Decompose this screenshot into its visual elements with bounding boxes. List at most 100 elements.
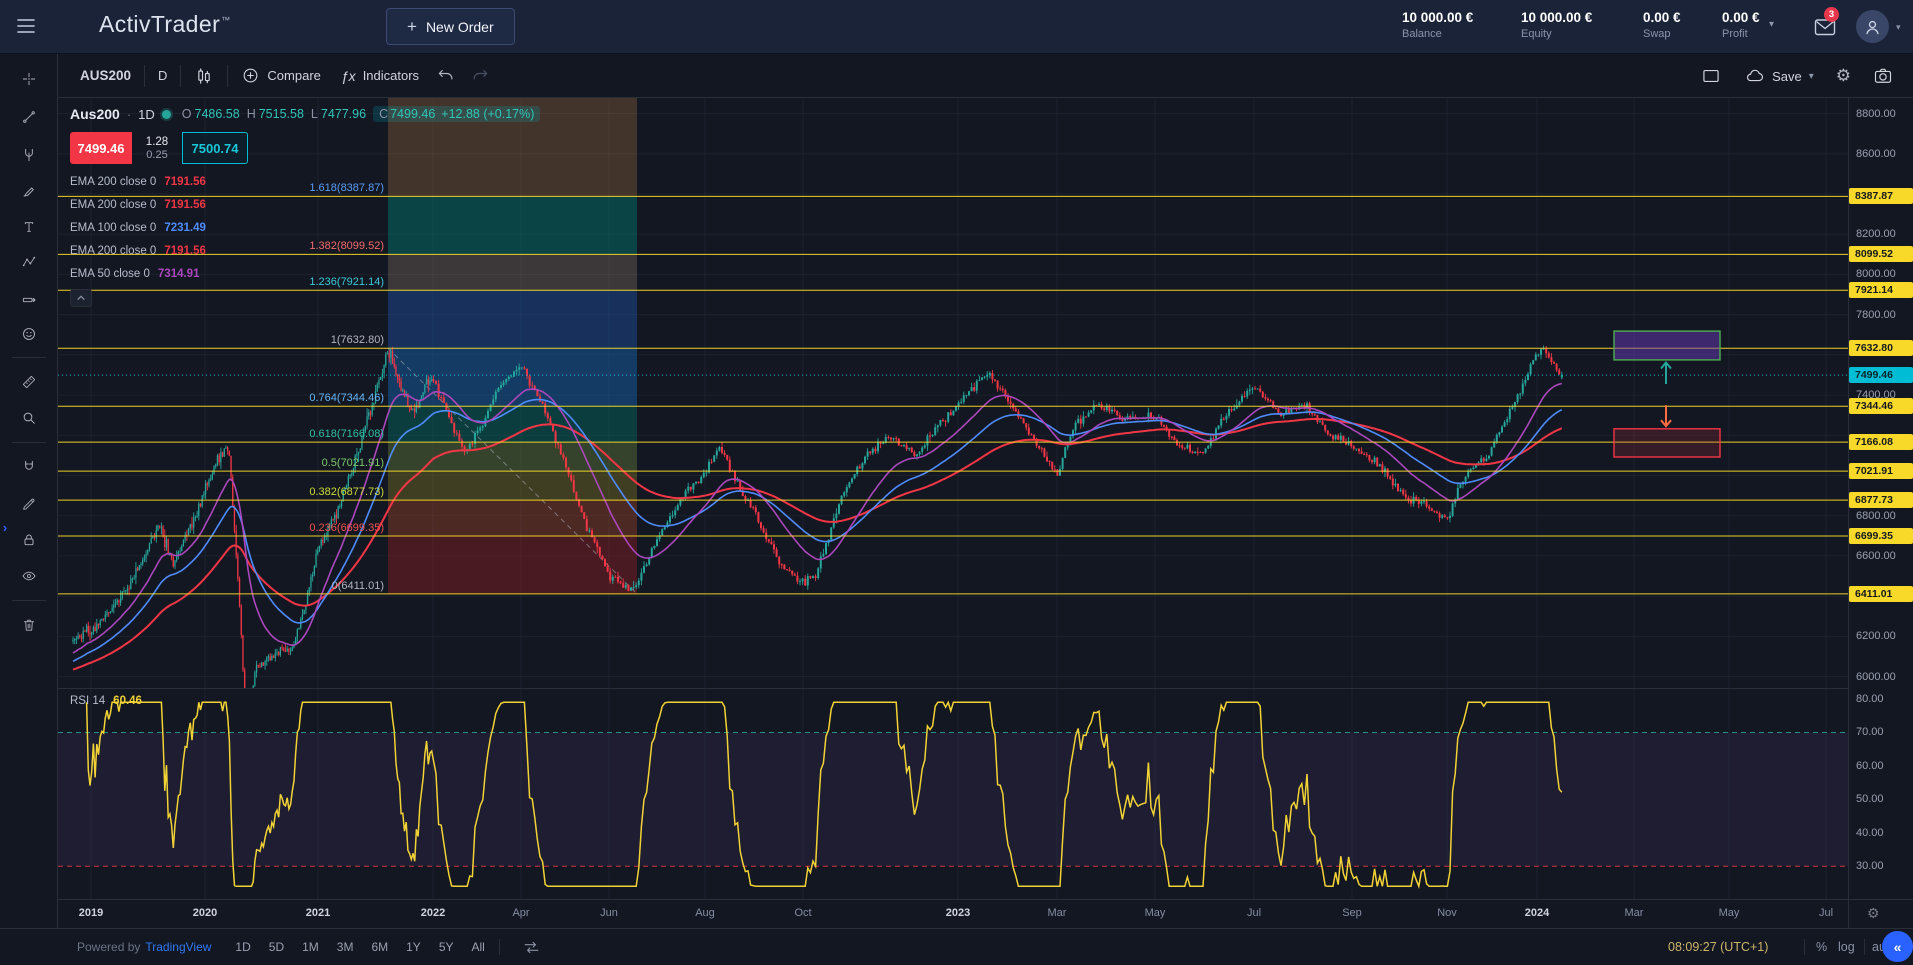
tradingview-link[interactable]: TradingView [145,940,211,954]
new-order-button[interactable]: + New Order [386,8,515,45]
up-arrow[interactable] [1661,363,1671,385]
notification-badge: 3 [1824,7,1839,22]
time-axis-label: 2019 [79,907,103,919]
save-button[interactable]: Save ▾ [1735,61,1824,91]
chat-bubble-button[interactable]: « [1882,931,1913,962]
time-axis[interactable]: 2019202020212022AprJunAugOct2023MarMayJu… [58,899,1848,928]
cloud-icon [1745,66,1765,86]
symbol-button[interactable]: AUS200 [70,61,141,91]
trash-icon [21,614,37,636]
axis-settings-icon[interactable]: ⚙ [1867,905,1880,922]
chevron-up-icon [75,292,87,304]
undo-icon [436,66,456,86]
down-arrow[interactable] [1661,405,1671,426]
ruler-tool[interactable] [15,368,43,396]
pitchfork-tool[interactable] [15,141,43,169]
circle-plus-icon [241,66,260,85]
trendline-tool[interactable] [15,103,43,131]
rsi-axis-label: 80.00 [1856,691,1884,707]
close-change-pill: C7499.46 +12.88 (+0.17%) [373,106,540,122]
range-5y-button[interactable]: 5Y [431,937,462,957]
forecast-tool[interactable] [15,286,43,314]
magnet-tool[interactable] [15,453,43,481]
percent-scale-button[interactable]: % [1816,940,1827,954]
legend-collapse-button[interactable] [70,289,92,307]
save-caret-icon: ▾ [1809,71,1814,82]
range-6m-button[interactable]: 6M [363,937,396,957]
screenshot-button[interactable] [1863,61,1903,91]
indicator-legend-row[interactable]: EMA 100 close 07231.49 [70,216,540,239]
user-avatar[interactable] [1856,10,1889,43]
redo-button[interactable] [463,61,497,91]
emoji-tool[interactable] [15,320,43,348]
settings-gear-icon[interactable]: ⚙ [1828,66,1859,86]
hide-tool[interactable] [15,562,43,590]
short-target-box[interactable] [1614,429,1720,457]
go-to-date-button[interactable] [516,937,547,958]
crosshair-tool[interactable] [15,65,43,93]
long-target-box[interactable] [1614,331,1720,360]
range-1y-button[interactable]: 1Y [398,937,429,957]
divider [1804,939,1805,955]
lock-tool[interactable] [15,526,43,554]
fib-level-label[interactable]: 0.236(6699.35) [58,522,384,534]
divider [227,65,228,87]
buy-button[interactable]: 7500.74 [182,132,248,164]
fib-level-label[interactable]: 0.5(7021.91) [58,457,384,469]
fib-level-label[interactable]: 0(6411.01) [58,580,384,592]
text-tool[interactable] [15,213,43,241]
axis-corner: ⚙ [1849,899,1913,928]
level-price-tag: 7021.91 [1849,463,1913,479]
chart-area[interactable]: 1.618(8387.87)1.382(8099.52)1.236(7921.1… [58,98,1848,928]
range-3m-button[interactable]: 3M [329,937,362,957]
profit-caret-icon[interactable]: ▾ [1769,19,1774,30]
range-1m-button[interactable]: 1M [294,937,327,957]
undo-button[interactable] [429,61,463,91]
price-axis-label: 8200.00 [1856,226,1896,242]
indicator-legend-row[interactable]: EMA 50 close 07314.91 [70,262,540,285]
time-axis-label: Jul [1819,907,1833,919]
log-scale-button[interactable]: log [1838,940,1855,954]
avatar-caret-icon[interactable]: ▾ [1896,22,1901,33]
emoji-icon [21,323,37,345]
legend-interval[interactable]: 1D [138,107,155,122]
person-icon [1862,16,1883,38]
range-1d-button[interactable]: 1D [227,937,258,957]
lot-value: 0.25 [146,149,167,161]
fib-level-label[interactable]: 1(7632.80) [58,334,384,346]
tradingview-attribution[interactable]: Powered by TradingView [77,940,211,954]
forecast-icon [21,289,37,311]
indicators-button[interactable]: ƒx Indicators [331,61,429,91]
range-all-button[interactable]: All [464,937,493,957]
layout-button[interactable] [1691,61,1731,91]
delete-tool[interactable] [15,611,43,639]
main-menu-button[interactable] [10,14,40,40]
range-5d-button[interactable]: 5D [261,937,292,957]
fib-level-label[interactable]: 0.382(6877.73) [58,486,384,498]
indicator-legend-row[interactable]: EMA 200 close 07191.56 [70,193,540,216]
legend-symbol[interactable]: Aus200 [70,106,120,122]
brush-tool[interactable] [15,177,43,205]
fib-level-label[interactable]: 0.764(7344.46) [58,392,384,404]
rsi-legend[interactable]: RSI 14 60.46 [70,695,142,707]
pencil-icon [21,493,37,515]
clock-display[interactable]: 08:09:27 (UTC+1) [1668,940,1768,954]
fib-level-label[interactable]: 0.618(7166.08) [58,428,384,440]
draw-tool[interactable] [15,490,43,518]
time-axis-label: Nov [1437,907,1457,919]
swap-metric: 0.00 € Swap [1643,10,1681,40]
indicator-legend-row[interactable]: EMA 200 close 07191.56 [70,239,540,262]
interval-button[interactable]: D [148,61,177,91]
toolbar-right-group: Save ▾ ⚙ [1691,54,1903,98]
sell-button[interactable]: 7499.46 [70,132,132,164]
rsi-canvas[interactable] [58,689,1848,899]
zoom-tool[interactable] [15,404,43,432]
indicator-legend-row[interactable]: EMA 200 close 07191.56 [70,170,540,193]
chart-style-button[interactable] [184,61,224,91]
panel-expand-handle[interactable]: › [0,514,10,540]
compare-button[interactable]: Compare [231,61,330,91]
pattern-tool[interactable] [15,248,43,276]
drawing-toolbar [0,54,58,965]
price-axis[interactable]: ⚙ 8800.008600.008400.008200.008000.00780… [1848,98,1913,928]
price-axis-label: 8000.00 [1856,266,1896,282]
